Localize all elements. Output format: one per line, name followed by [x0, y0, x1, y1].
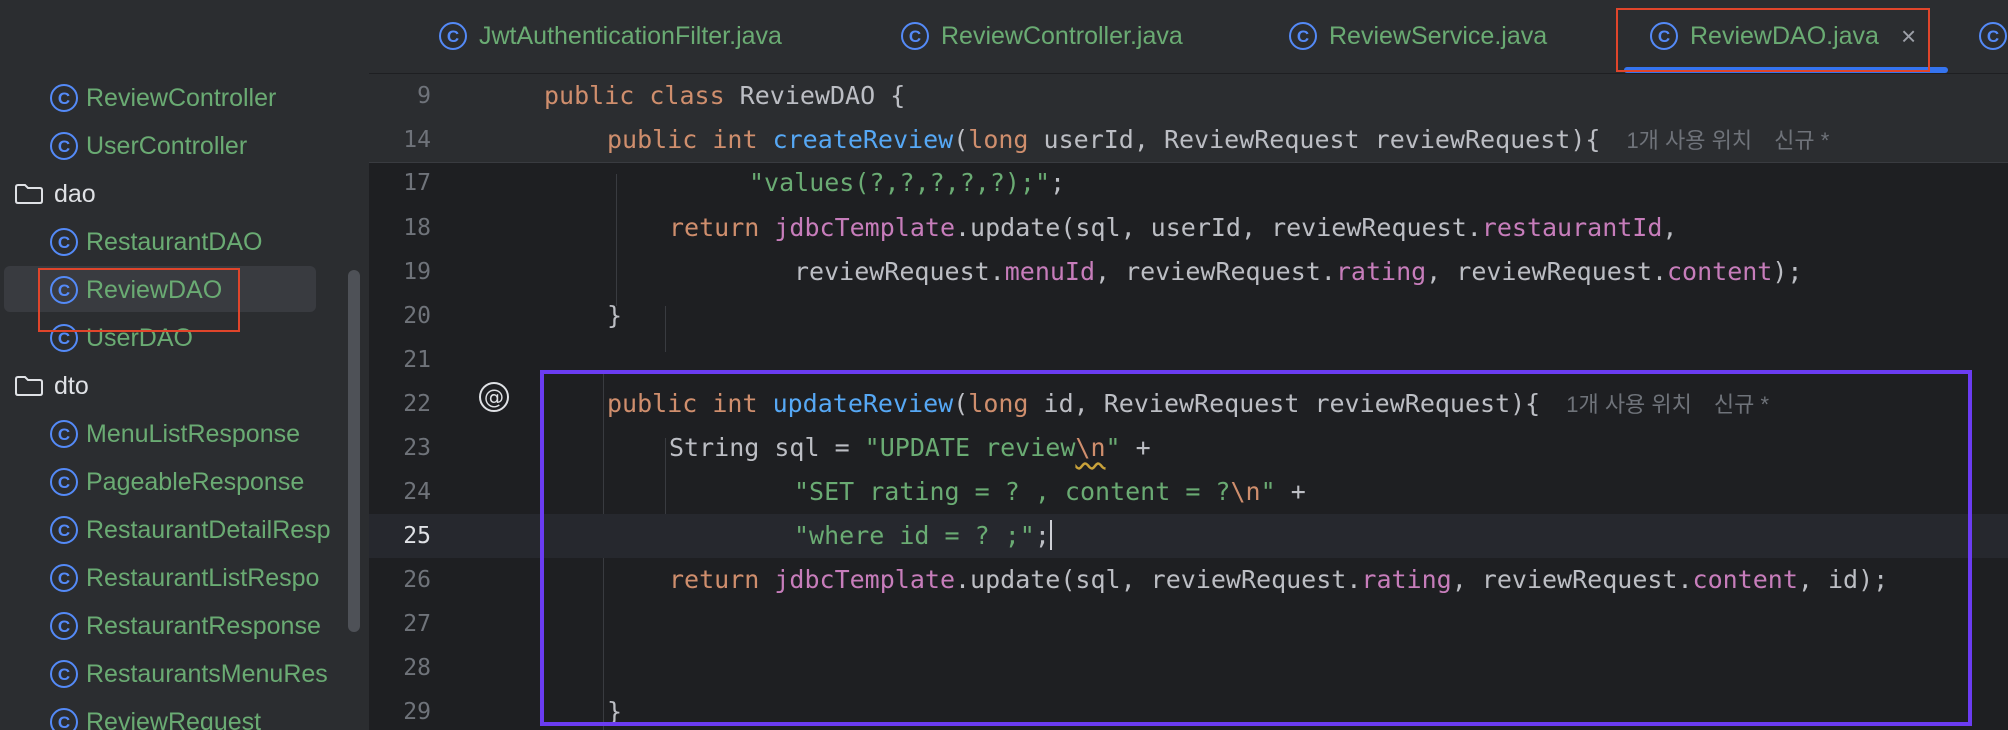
code-line-18: 18 return jdbcTemplate.update(sql, userI… [369, 206, 2008, 250]
tree-folder-dto[interactable]: dto [0, 366, 369, 406]
tab-overflow-partial[interactable]: C [1979, 0, 2007, 72]
new-hint[interactable]: 신규 * [1774, 128, 1829, 153]
tree-item-restaurantlistrespo[interactable]: C RestaurantListRespo [0, 558, 369, 598]
tree-item-label: dao [54, 179, 96, 208]
tree-item-label: RestaurantResponse [86, 611, 321, 640]
class-icon: C [50, 516, 78, 544]
line-number: 22 [403, 391, 431, 417]
code-line: "values(?,?,?,?,?);"; [749, 168, 1066, 197]
code-line: } [607, 301, 623, 330]
line-number: 19 [403, 259, 431, 285]
class-icon: C [50, 564, 78, 592]
line-number: 14 [403, 127, 431, 153]
tab-label: ReviewController.java [941, 21, 1183, 50]
tree-item-restaurantsmenures[interactable]: C RestaurantsMenuRes [0, 654, 369, 694]
class-icon: C [50, 708, 78, 730]
class-icon: C [50, 420, 78, 448]
code-line-17: 17 "values(?,?,?,?,?);"; [369, 161, 2008, 205]
tree-item-reviewrequest[interactable]: C ReviewRequest [0, 702, 369, 730]
code-line-20: 20 } [369, 294, 2008, 338]
tree-item-label: MenuListResponse [86, 419, 301, 448]
tree-item-label: dto [54, 371, 89, 400]
folder-icon [15, 376, 43, 396]
tree-item-usercontroller[interactable]: C UserController [0, 126, 369, 166]
line-number: 23 [403, 435, 431, 461]
class-icon: C [50, 84, 78, 112]
code-line-19: 19 reviewRequest.menuId, reviewRequest.r… [369, 250, 2008, 294]
tree-item-label: UserController [86, 131, 248, 160]
line-number: 29 [403, 699, 431, 725]
tab-reviewcontroller[interactable]: C ReviewController.java [901, 0, 1183, 72]
class-icon: C [50, 612, 78, 640]
class-icon: C [1289, 22, 1317, 50]
tree-item-menulistresponse[interactable]: C MenuListResponse [0, 414, 369, 454]
line-number: 20 [403, 303, 431, 329]
line-number: 28 [403, 655, 431, 681]
tree-item-pageableresponse[interactable]: C PageableResponse [0, 462, 369, 502]
class-icon: C [1979, 22, 2007, 50]
line-number: 24 [403, 479, 431, 505]
line-number: 25 [403, 523, 431, 549]
line-number: 18 [403, 215, 431, 241]
sticky-line: 14 public int createReview(long userId, … [369, 118, 2008, 162]
tree-item-label: RestaurantsMenuRes [86, 659, 328, 688]
class-icon: C [50, 468, 78, 496]
usages-hint[interactable]: 1개 사용 위치 [1626, 128, 1752, 153]
tree-item-label: PageableResponse [86, 467, 305, 496]
project-sidebar: C ReviewController C UserController dao … [0, 0, 369, 730]
highlight-box-active-tab [1616, 8, 1930, 72]
tree-item-label: RestaurantDetailResp [86, 515, 331, 544]
tree-item-label: ReviewController [86, 83, 277, 112]
line-number: 17 [403, 170, 431, 196]
sidebar-header [0, 0, 369, 74]
line-number: 26 [403, 567, 431, 593]
tree-item-label: RestaurantListRespo [86, 563, 320, 592]
sidebar-scrollbar[interactable] [348, 270, 360, 632]
class-icon: C [439, 22, 467, 50]
tree-item-restaurantdao[interactable]: C RestaurantDAO [0, 222, 369, 262]
highlight-box-reviewdao [38, 268, 240, 332]
line-number: 9 [417, 83, 431, 109]
code-line: reviewRequest.menuId, reviewRequest.rati… [794, 257, 1803, 286]
code-line: return jdbcTemplate.update(sql, userId, … [669, 213, 1678, 242]
tree-item-label: RestaurantDAO [86, 227, 263, 256]
sticky-line: 9 public class ReviewDAO { [369, 74, 2008, 118]
class-icon: C [50, 228, 78, 256]
tab-reviewservice[interactable]: C ReviewService.java [1289, 0, 1547, 72]
tree-item-reviewcontroller[interactable]: C ReviewController [0, 78, 369, 118]
tree-item-label: ReviewRequest [86, 707, 262, 730]
class-icon: C [50, 132, 78, 160]
tree-item-restaurantdetailresp[interactable]: C RestaurantDetailResp [0, 510, 369, 550]
line-number: 27 [403, 611, 431, 637]
class-icon: C [901, 22, 929, 50]
tree-folder-dao[interactable]: dao [0, 174, 369, 214]
code-line: public class ReviewDAO { [544, 81, 906, 110]
tab-jwtauthenticationfilter[interactable]: C JwtAuthenticationFilter.java [439, 0, 782, 72]
tab-label: JwtAuthenticationFilter.java [479, 21, 782, 50]
class-icon: C [50, 660, 78, 688]
tree-item-restaurantresponse[interactable]: C RestaurantResponse [0, 606, 369, 646]
override-marker-icon[interactable]: @ [479, 382, 509, 412]
highlight-box-update-method [540, 370, 1972, 726]
folder-icon [15, 184, 43, 204]
tab-label: ReviewService.java [1329, 21, 1548, 50]
code-line: public int createReview(long userId, Rev… [607, 125, 1830, 154]
line-number: 21 [403, 347, 431, 373]
